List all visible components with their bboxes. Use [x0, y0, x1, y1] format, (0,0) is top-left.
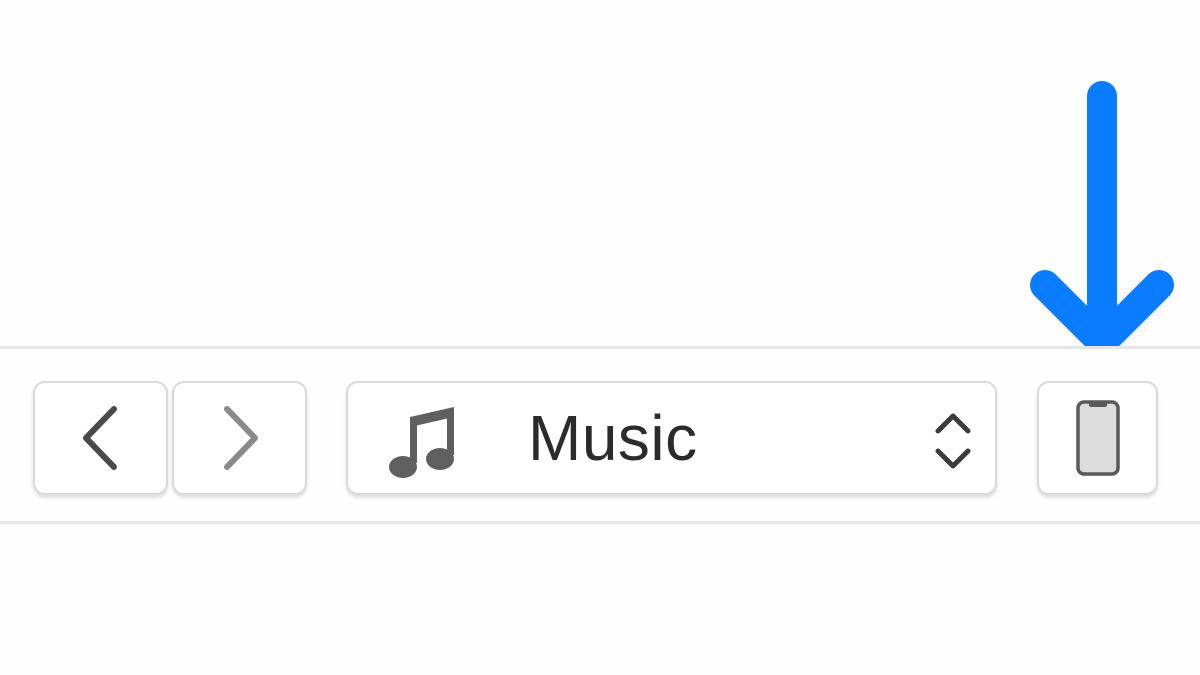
device-button[interactable] — [1037, 381, 1158, 495]
iphone-icon — [1075, 400, 1120, 476]
media-kind-label: Music — [528, 402, 698, 474]
music-note-icon — [389, 407, 454, 478]
up-down-chevron-icon — [935, 413, 971, 469]
back-button[interactable] — [33, 381, 168, 495]
down-arrow-icon — [1030, 81, 1174, 357]
itunes-toolbar-screenshot: Music — [0, 0, 1200, 675]
forward-button[interactable] — [172, 381, 307, 495]
navigation-toolbar: Music — [0, 346, 1200, 524]
chevron-right-icon — [223, 406, 258, 470]
media-kind-selector[interactable]: Music — [346, 381, 997, 495]
chevron-left-icon — [82, 406, 117, 470]
